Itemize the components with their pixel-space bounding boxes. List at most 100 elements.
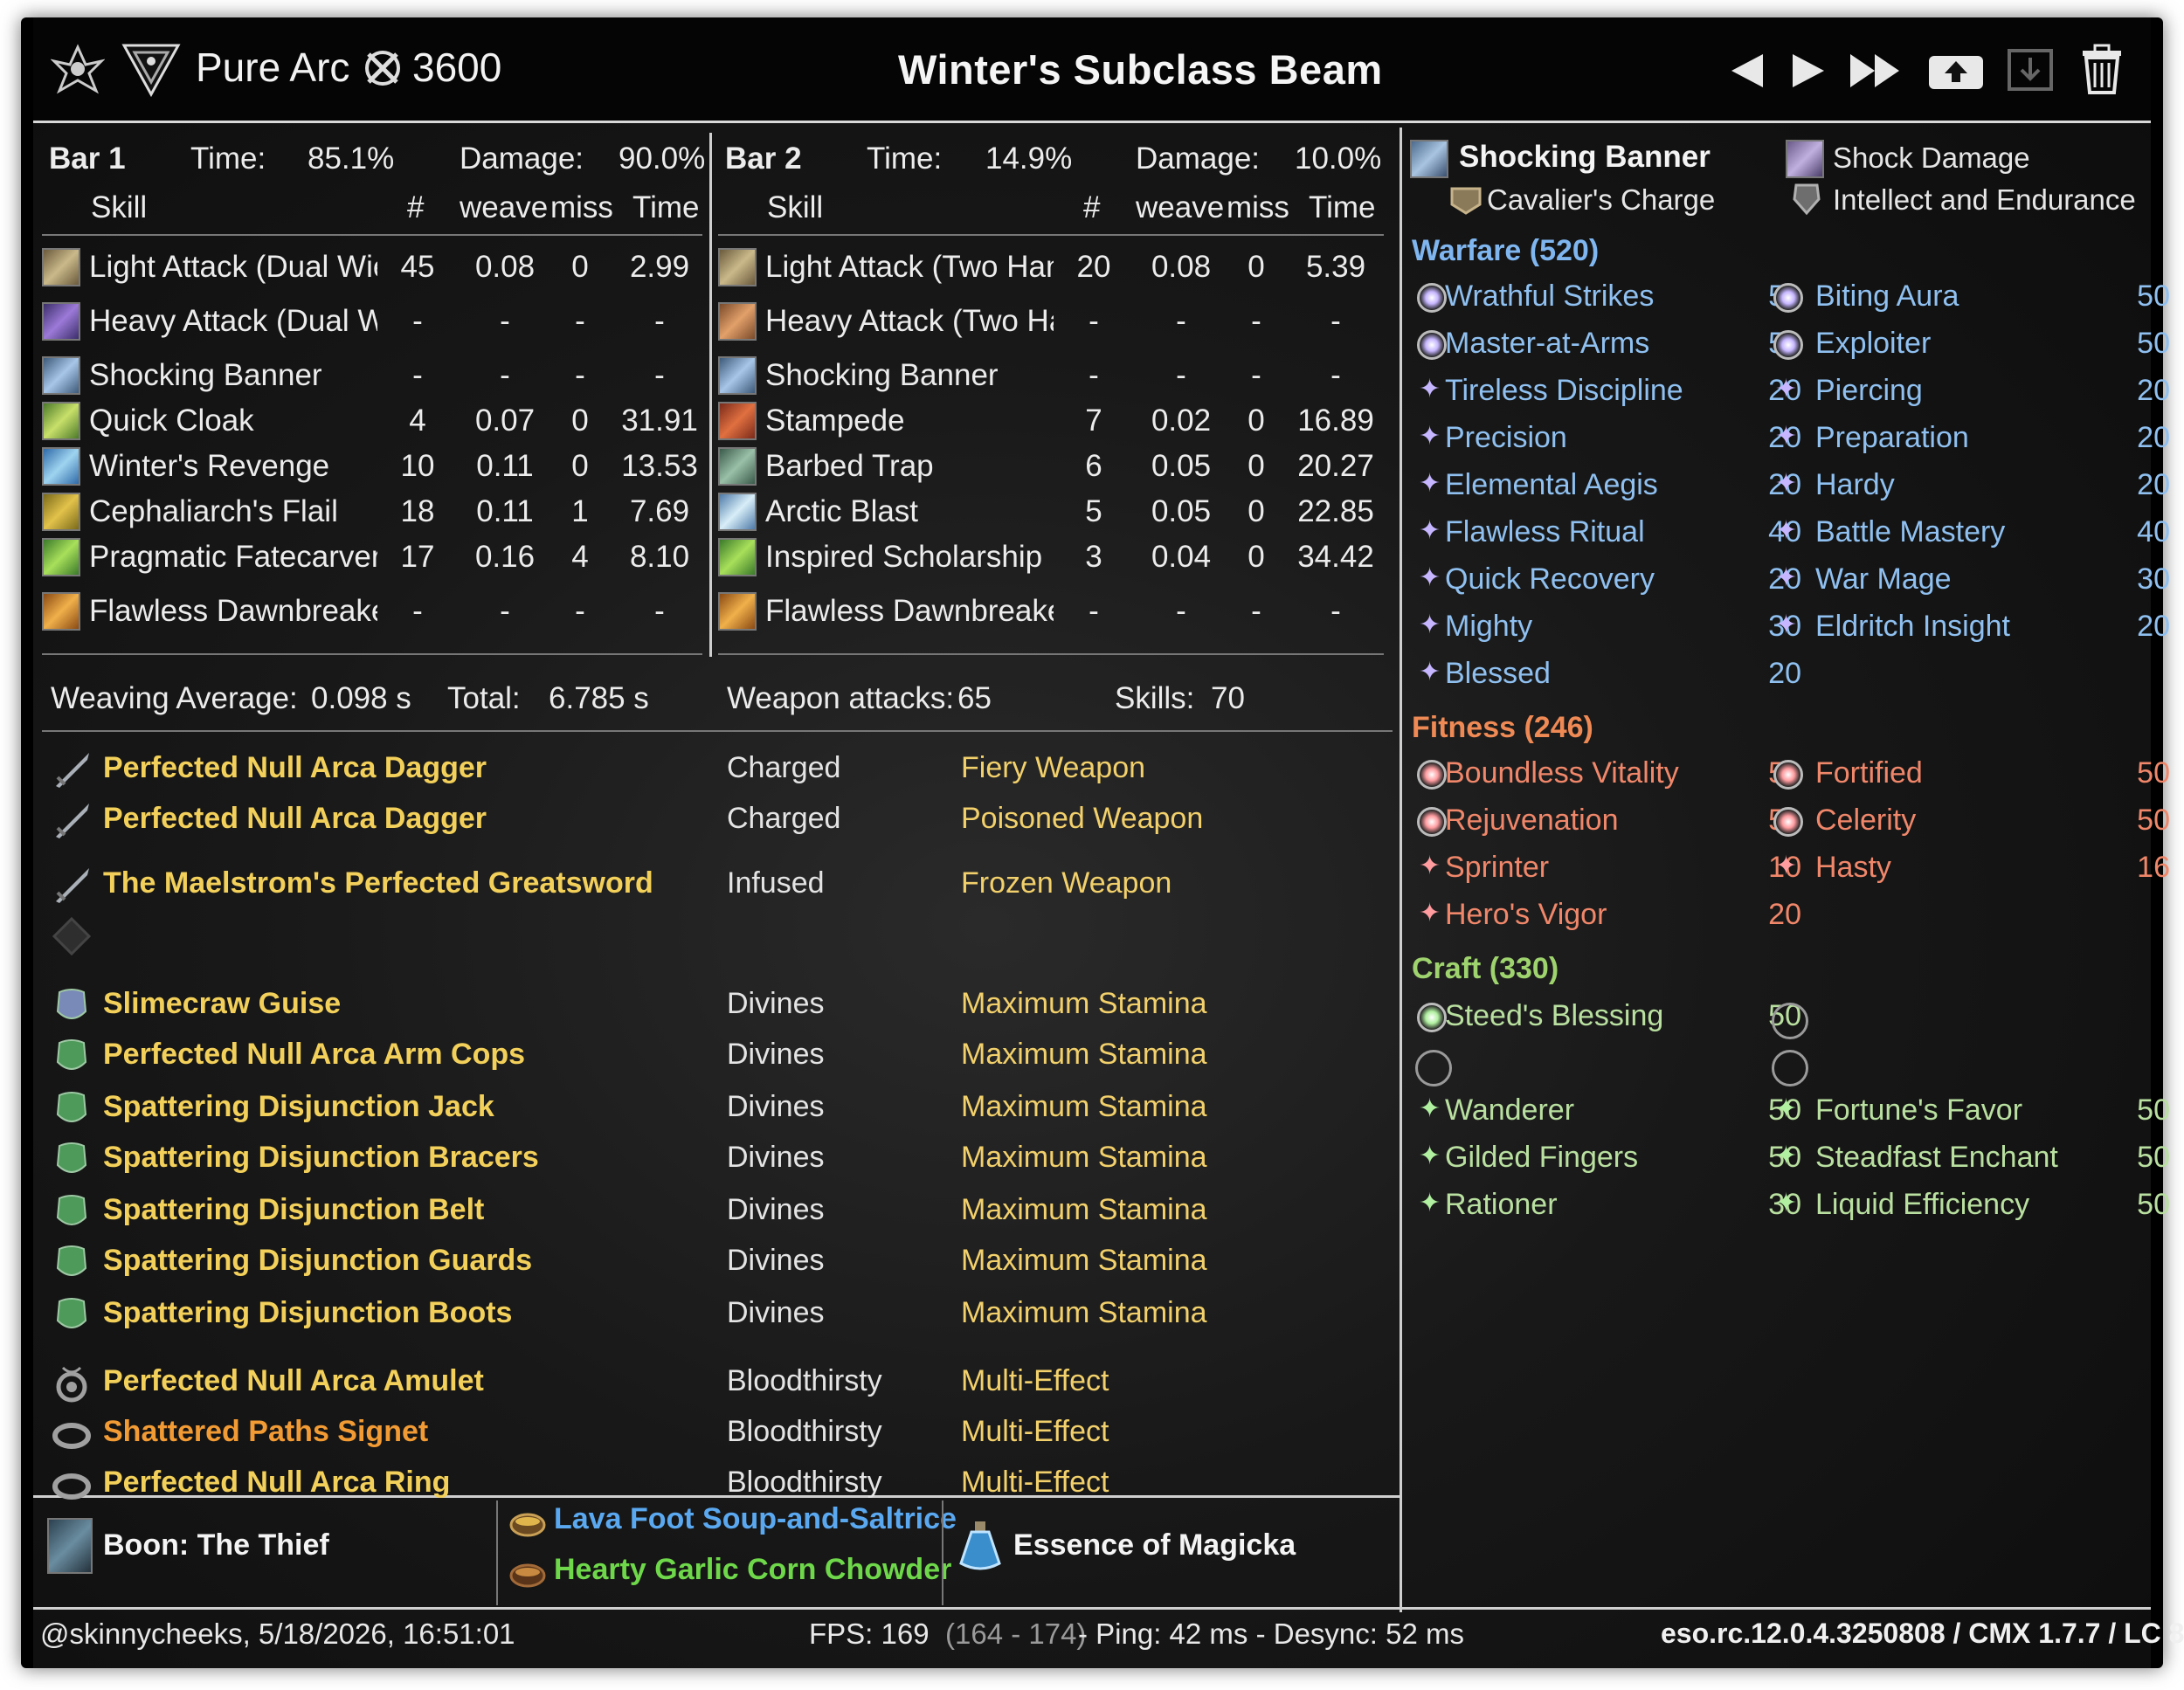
class-emblem-icon [51, 44, 105, 94]
greatsword-icon [51, 865, 89, 903]
skill-miss: - [1251, 594, 1261, 628]
cp-star-name: Wanderer [1445, 1093, 1575, 1127]
trash-icon[interactable] [2079, 44, 2125, 94]
next-icon[interactable] [1789, 51, 1828, 91]
skill-name: Light Attack (Two Han [765, 250, 1054, 284]
cp-star-name: Boundless Vitality [1445, 756, 1679, 790]
cp-star-name: Master-at-Arms [1445, 327, 1650, 360]
belt-icon [51, 1191, 89, 1230]
skill-weave: - [500, 358, 510, 392]
skill-miss: 0 [1248, 540, 1265, 574]
bar2-col-weave: weave [1136, 190, 1225, 224]
bar1-col-miss: miss [550, 190, 613, 224]
cp-star-points: 50 [2137, 327, 2170, 360]
champion-points-icon [365, 51, 400, 86]
passive-star-icon: ✦ [1775, 563, 1798, 592]
total-label: Total: [447, 681, 521, 715]
skill-icon [718, 493, 757, 531]
bar2-label: Bar 2 [725, 141, 802, 176]
bar1-time-value: 85.1% [308, 141, 395, 176]
skill-miss: 0 [1248, 449, 1265, 483]
slotted-star-icon [1773, 760, 1803, 790]
slotted-star-icon [1773, 807, 1803, 837]
summary-rule [42, 730, 1393, 732]
skill-time: - [1330, 304, 1341, 338]
previous-icon[interactable] [1728, 51, 1766, 91]
skill-count: 10 [400, 449, 435, 483]
cp-star-name: Wrathful Strikes [1445, 279, 1655, 313]
cp-star-points: 20 [2137, 374, 2170, 407]
cp-star-name: Rejuvenation [1445, 804, 1619, 837]
skill-time: 13.53 [621, 449, 698, 483]
skill-count: 20 [1076, 250, 1111, 284]
bar1-time-label: Time: [190, 141, 266, 176]
upload-icon[interactable] [1927, 45, 1985, 91]
passive-star-icon: ✦ [1775, 516, 1798, 545]
cp-star-name: War Mage [1815, 562, 1952, 596]
cp-star-points: 50 [2137, 279, 2170, 313]
gear-enchant: Maximum Stamina [961, 1296, 1207, 1329]
skill-count: 3 [1085, 540, 1102, 574]
footer-fps-range: (164 - 174) [945, 1618, 1087, 1650]
passive-star-icon: ✦ [1419, 516, 1441, 545]
passive-star-icon: ✦ [1419, 1189, 1441, 1217]
skill-weave: 0.11 [476, 449, 534, 483]
skill-weave: 0.05 [1151, 449, 1212, 483]
skill-name: Winter's Revenge [89, 449, 330, 483]
bracers-icon [51, 1139, 89, 1177]
skill-weave: 0.08 [1151, 250, 1212, 284]
cp-star-name: Steadfast Enchant [1815, 1141, 2058, 1174]
passive-star-icon: ✦ [1419, 610, 1441, 639]
skill-count: - [412, 594, 423, 628]
passive-star-icon: ✦ [1419, 469, 1441, 498]
skill-name: Quick Cloak [89, 404, 254, 438]
cp-star-points: 50 [2137, 804, 2170, 837]
footer-fps: FPS: 169 [809, 1618, 930, 1650]
gear-trait: Divines [727, 1193, 825, 1226]
cp-star-points: 20 [2137, 468, 2170, 501]
cp-star-name: Fortune's Favor [1815, 1093, 2023, 1127]
last-icon[interactable] [1849, 51, 1903, 91]
cp-star-points: 40 [2137, 515, 2170, 548]
warfare-title: Warfare (520) [1412, 234, 1600, 267]
gear-trait: Bloodthirsty [727, 1415, 882, 1448]
gear-name: Spattering Disjunction Jack [103, 1090, 494, 1123]
passive-star-icon: ✦ [1419, 899, 1441, 928]
jack-icon [51, 1088, 89, 1127]
boon-divider [496, 1500, 498, 1605]
cp-star-points: 20 [1768, 898, 1801, 931]
helmet-icon [51, 985, 89, 1024]
footer-divider [33, 1607, 2151, 1610]
skill-miss: 0 [571, 404, 589, 438]
gear-name: Perfected Null Arca Ring [103, 1466, 451, 1499]
cp-star-name: Fortified [1815, 756, 1923, 790]
skill-icon [718, 592, 757, 631]
shock-damage-icon [1786, 140, 1824, 178]
skill-icon [718, 356, 757, 395]
gear-enchant: Multi-Effect [961, 1466, 1109, 1499]
ring-icon [51, 1464, 91, 1502]
skill-name: Flawless Dawnbreaker [89, 594, 377, 628]
gear-enchant: Maximum Stamina [961, 987, 1207, 1020]
top-bar: Pure Arc 3600 Winter's Subclass Beam [33, 17, 2151, 123]
slotted-star-icon [1417, 1003, 1447, 1032]
skill-time: - [1330, 594, 1341, 628]
slotted-star-icon [1417, 330, 1447, 360]
save-icon[interactable] [2006, 47, 2055, 93]
cp-star-points: 16 [2137, 851, 2170, 884]
gear-trait: Divines [727, 987, 825, 1020]
cp-star-name: Battle Mastery [1815, 515, 2006, 548]
skills-value: 70 [1211, 681, 1245, 715]
skill-name: Shocking Banner [765, 358, 999, 392]
passive-star-icon: ✦ [1775, 852, 1798, 880]
skill-time: - [654, 304, 665, 338]
gear-trait: Divines [727, 1244, 825, 1277]
gear-enchant: Poisoned Weapon [961, 802, 1204, 835]
dagger-icon [51, 800, 89, 838]
gear-name: Spattering Disjunction Boots [103, 1296, 513, 1329]
bar1-label: Bar 1 [49, 141, 126, 176]
skill-miss: - [1251, 304, 1261, 338]
cp-star-points: 50 [2137, 1188, 2170, 1221]
ring-icon [51, 1413, 91, 1452]
fitness-title: Fitness (246) [1412, 711, 1593, 744]
